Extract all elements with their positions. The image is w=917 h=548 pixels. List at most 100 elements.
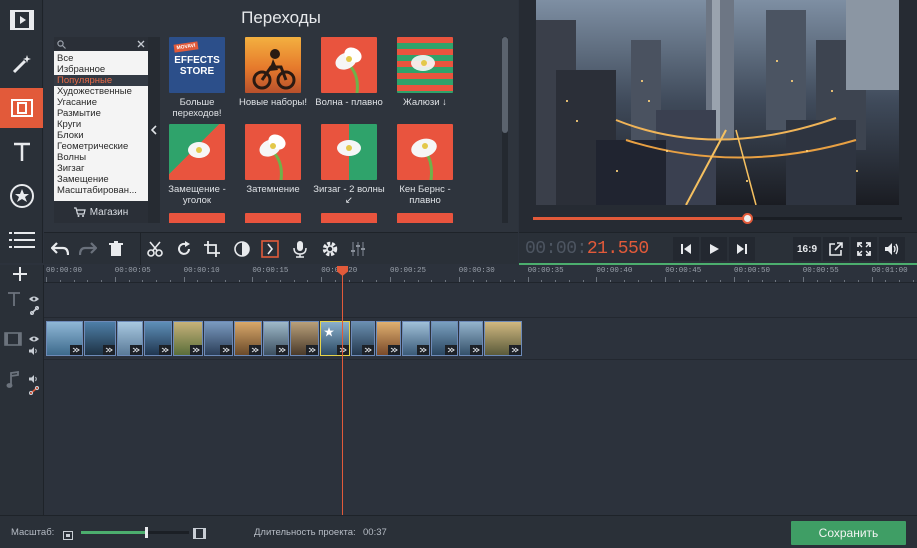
- video-clip[interactable]: [376, 321, 401, 356]
- video-clip[interactable]: [459, 321, 483, 356]
- transition-tile[interactable]: Затемнение: [236, 124, 310, 195]
- redo-button[interactable]: [74, 233, 102, 265]
- record-voice-button[interactable]: [286, 233, 314, 265]
- transition-tile[interactable]: [160, 213, 234, 223]
- transition-tile[interactable]: Зигзаг - 2 волны ↙: [312, 124, 386, 206]
- transition-tile[interactable]: Волна - плавно: [312, 37, 386, 108]
- preview-seek-bar[interactable]: [533, 213, 902, 224]
- zoom-slider-handle[interactable]: [144, 527, 148, 538]
- transition-tile[interactable]: [312, 213, 386, 223]
- video-clip[interactable]: [234, 321, 262, 356]
- link-icon[interactable]: [29, 302, 40, 320]
- category-item[interactable]: Размытие: [54, 108, 148, 119]
- stickers-button[interactable]: [0, 176, 43, 216]
- video-clip[interactable]: [320, 321, 350, 356]
- transition-marker[interactable]: [470, 345, 482, 355]
- transition-tile[interactable]: MOVAVI EFFECTS STORE Больше переходов!: [160, 37, 234, 119]
- store-button[interactable]: Магазин: [54, 201, 148, 223]
- category-item[interactable]: Масштабирован...: [54, 185, 148, 196]
- clip-properties-button[interactable]: [316, 233, 344, 265]
- transition-marker[interactable]: [249, 345, 261, 355]
- titles-button[interactable]: [0, 132, 43, 172]
- transition-marker[interactable]: [445, 345, 457, 355]
- detach-player-button[interactable]: [823, 237, 849, 261]
- category-item[interactable]: Круги: [54, 119, 148, 130]
- color-adjust-button[interactable]: [228, 233, 256, 265]
- category-item[interactable]: Художественные: [54, 86, 148, 97]
- category-item[interactable]: Геометрические: [54, 141, 148, 152]
- crop-button[interactable]: [198, 233, 226, 265]
- transition-marker[interactable]: [103, 345, 115, 355]
- seek-handle[interactable]: [742, 213, 754, 224]
- preview-screen[interactable]: [536, 0, 899, 205]
- category-item[interactable]: Замещение: [54, 174, 148, 185]
- transition-tile[interactable]: [236, 213, 310, 223]
- volume-button[interactable]: [879, 237, 905, 261]
- transition-marker[interactable]: [130, 345, 142, 355]
- rotate-button[interactable]: [170, 233, 198, 265]
- transition-marker[interactable]: [362, 345, 374, 355]
- video-clip[interactable]: [431, 321, 458, 356]
- playhead[interactable]: [342, 266, 343, 515]
- save-button[interactable]: Сохранить: [791, 521, 906, 545]
- audio-track[interactable]: [44, 360, 917, 515]
- video-clip[interactable]: [290, 321, 319, 356]
- transitions-scrollbar[interactable]: [502, 37, 508, 223]
- add-track-button[interactable]: [12, 266, 28, 287]
- video-clip[interactable]: [173, 321, 203, 356]
- import-media-button[interactable]: [0, 0, 43, 40]
- video-clip[interactable]: [351, 321, 375, 356]
- mute-track-icon[interactable]: [29, 342, 39, 360]
- next-frame-button[interactable]: [729, 237, 755, 261]
- scrollbar-thumb[interactable]: [502, 37, 508, 133]
- equalizer-button[interactable]: [344, 233, 372, 265]
- text-track[interactable]: [44, 284, 917, 318]
- unlink-icon[interactable]: [28, 382, 40, 400]
- transition-marker[interactable]: [509, 345, 521, 355]
- category-item[interactable]: Зигзаг: [54, 163, 148, 174]
- transition-tile[interactable]: Замещение - уголок: [160, 124, 234, 206]
- cut-button[interactable]: [140, 233, 168, 265]
- transition-tile[interactable]: [388, 213, 462, 223]
- category-item[interactable]: Все: [54, 53, 148, 64]
- video-clip[interactable]: [263, 321, 289, 356]
- more-tools-button[interactable]: [0, 220, 43, 260]
- video-clip[interactable]: [204, 321, 233, 356]
- transition-marker[interactable]: [388, 345, 400, 355]
- video-clip[interactable]: [84, 321, 116, 356]
- category-item[interactable]: Угасание: [54, 97, 148, 108]
- transition-marker[interactable]: [306, 345, 318, 355]
- zoom-out-icon[interactable]: [63, 527, 73, 545]
- timeline-ruler[interactable]: 00:00:0000:00:0500:00:1000:00:1500:00:20…: [44, 265, 917, 283]
- transition-tile[interactable]: Новые наборы!: [236, 37, 310, 108]
- previous-frame-button[interactable]: [673, 237, 699, 261]
- video-clip[interactable]: [117, 321, 143, 356]
- collapse-categories-button[interactable]: [148, 37, 160, 223]
- aspect-ratio-button[interactable]: 16:9: [793, 237, 821, 261]
- play-button[interactable]: [701, 237, 727, 261]
- transition-marker[interactable]: [190, 345, 202, 355]
- category-item[interactable]: Избранное: [54, 64, 148, 75]
- video-clip[interactable]: [144, 321, 172, 356]
- transitions-button[interactable]: [0, 88, 43, 128]
- delete-button[interactable]: [102, 233, 130, 265]
- undo-button[interactable]: [46, 233, 74, 265]
- transition-tile[interactable]: Жалюзи ↓: [388, 37, 462, 108]
- video-clip[interactable]: [402, 321, 430, 356]
- transition-marker[interactable]: [337, 345, 349, 355]
- transition-tile[interactable]: Кен Бернс - плавно: [388, 124, 462, 206]
- category-item-selected[interactable]: Популярные: [54, 75, 148, 86]
- transition-marker[interactable]: [159, 345, 171, 355]
- transition-wizard-button[interactable]: [256, 233, 284, 265]
- category-search[interactable]: [54, 37, 148, 51]
- transition-marker[interactable]: [220, 345, 232, 355]
- video-clip[interactable]: [484, 321, 522, 356]
- category-item[interactable]: Волны: [54, 152, 148, 163]
- fullscreen-button[interactable]: [851, 237, 877, 261]
- category-item[interactable]: Блоки: [54, 130, 148, 141]
- transition-marker[interactable]: [276, 345, 288, 355]
- video-clip[interactable]: [46, 321, 83, 356]
- zoom-in-icon[interactable]: [193, 526, 206, 544]
- zoom-slider[interactable]: [81, 527, 189, 538]
- transition-marker[interactable]: [70, 345, 82, 355]
